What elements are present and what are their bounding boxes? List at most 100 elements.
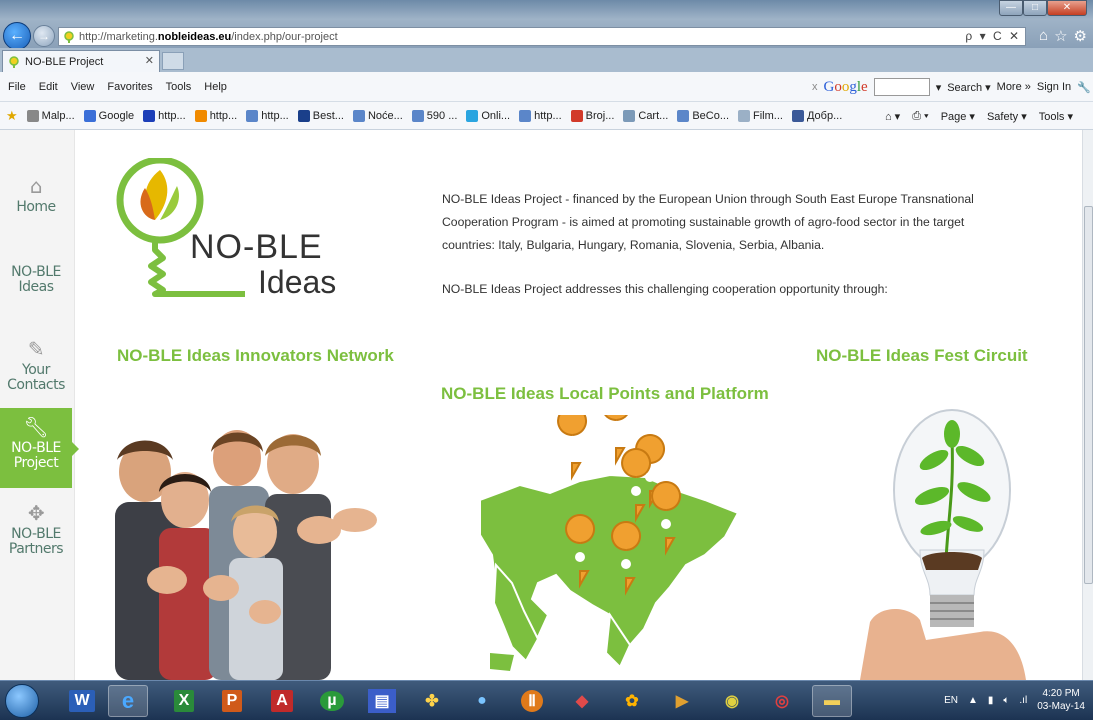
region-map-image[interactable]: [460, 415, 750, 680]
favorite-link[interactable]: Broj...: [570, 108, 614, 124]
window-controls: — □ ✕: [999, 0, 1087, 16]
word-taskbar-icon[interactable]: W: [62, 685, 102, 717]
print-icon[interactable]: ⎙ ▾: [912, 110, 928, 123]
favorite-link[interactable]: Film...: [738, 108, 783, 124]
favorite-link[interactable]: Best...: [297, 108, 344, 124]
network-taskbar-icon[interactable]: ✤: [412, 685, 452, 717]
pdf-reader-taskbar-icon[interactable]: A: [262, 685, 302, 717]
google-more-button[interactable]: More »: [997, 81, 1031, 93]
back-button[interactable]: ←: [3, 22, 31, 50]
heading-fest-circuit[interactable]: NO-BLE Ideas Fest Circuit: [816, 346, 1028, 366]
favorite-link[interactable]: Cart...: [623, 108, 668, 124]
tab-no-ble-project[interactable]: NO-BLE Project ✕: [2, 50, 160, 72]
menu-tools[interactable]: Tools: [166, 81, 192, 93]
menu-view[interactable]: View: [71, 81, 95, 93]
tab-close-icon[interactable]: ✕: [145, 54, 154, 67]
google-dropdown-icon[interactable]: ▾: [936, 81, 942, 94]
favorite-link[interactable]: http...: [194, 108, 237, 124]
wrench-icon[interactable]: 🔧: [1077, 81, 1091, 94]
wrench-icon: 🔧︎: [23, 415, 49, 439]
page-scrollbar[interactable]: [1082, 130, 1093, 680]
people-pointing-image[interactable]: [105, 412, 383, 680]
volume-icon[interactable]: 🔈︎: [1003, 695, 1009, 706]
google-signin-button[interactable]: Sign In: [1037, 81, 1071, 93]
favorite-link[interactable]: Google: [83, 108, 134, 124]
house-icon: ⌂: [29, 174, 43, 198]
address-url[interactable]: http://marketing.nobleideas.eu/index.php…: [79, 31, 338, 43]
sidebar-item-home[interactable]: ⌂ Home: [0, 175, 72, 215]
sidebar-item-label: NO-BLE Project: [11, 440, 61, 471]
forward-button[interactable]: →: [33, 25, 55, 47]
menu-help[interactable]: Help: [204, 81, 227, 93]
network-icon[interactable]: ▮: [988, 695, 994, 706]
intro-paragraph: NO-BLE Ideas Project - financed by the E…: [442, 192, 974, 252]
menu-favorites[interactable]: Favorites: [107, 81, 152, 93]
internet-explorer-taskbar-icon[interactable]: e: [108, 685, 148, 717]
clock-date: 03-May-14: [1037, 701, 1085, 712]
favorite-link[interactable]: Добр...: [791, 108, 842, 124]
clock[interactable]: 4:20 PM 03-May-14: [1037, 687, 1085, 713]
sidebar-item-contacts[interactable]: ✎ Your Contacts: [0, 338, 72, 393]
opera-taskbar-icon[interactable]: ◎: [762, 685, 802, 717]
tray-expand-icon[interactable]: ▲: [968, 695, 978, 706]
excel-taskbar-icon[interactable]: X: [164, 685, 204, 717]
clock-time: 4:20 PM: [1042, 688, 1080, 699]
menu-file[interactable]: File: [8, 81, 26, 93]
video-taskbar-icon[interactable]: ▶: [662, 685, 702, 717]
settings-gear-icon[interactable]: ⚙: [1074, 27, 1087, 45]
chrome-taskbar-icon[interactable]: ◉: [712, 685, 752, 717]
utorrent-taskbar-icon[interactable]: µ: [312, 685, 352, 717]
favorite-link[interactable]: Malp...: [26, 108, 75, 124]
sidebar-item-project[interactable]: 🔧︎ NO-BLE Project: [0, 408, 79, 488]
signal-icon[interactable]: .ıl: [1019, 695, 1027, 706]
favorites-star-icon[interactable]: ☆: [1054, 27, 1067, 45]
page-viewport: ⌂ Home NO-BLE Ideas ✎ Your Contacts 🔧︎ N…: [0, 130, 1082, 680]
scrollbar-thumb[interactable]: [1084, 206, 1093, 584]
tab-favicon-icon: [9, 55, 19, 68]
save-disk-taskbar-icon[interactable]: ▤: [362, 685, 402, 717]
home-icon[interactable]: ⌂ ▾: [885, 110, 900, 123]
pen-icon: ✎: [27, 337, 45, 361]
globe-taskbar-icon[interactable]: ●: [462, 685, 502, 717]
favorite-link[interactable]: http...: [519, 108, 562, 124]
handshake-icon: ✥: [27, 501, 45, 525]
explorer-folder-taskbar-icon[interactable]: ▬: [812, 685, 852, 717]
light-bulb-plant-image[interactable]: [860, 400, 1030, 680]
sidebar-item-partners[interactable]: ✥ NO-BLE Partners: [0, 502, 72, 557]
tools-menu[interactable]: Tools ▾: [1039, 110, 1073, 123]
google-toolbar-close-icon[interactable]: x: [812, 81, 818, 93]
favorite-link[interactable]: http...: [143, 108, 186, 124]
favorite-link[interactable]: Onli...: [466, 108, 510, 124]
heading-local-points[interactable]: NO-BLE Ideas Local Points and Platform: [441, 384, 769, 404]
favorite-link[interactable]: BeCo...: [677, 108, 729, 124]
minimize-button[interactable]: —: [999, 0, 1023, 16]
address-tools[interactable]: ρ ▾ C ✕: [965, 29, 1021, 43]
page-menu[interactable]: Page ▾: [941, 110, 975, 123]
site-favicon-icon: [64, 30, 74, 43]
google-search-button[interactable]: Search ▾: [947, 81, 990, 94]
picasa-taskbar-icon[interactable]: ✿: [612, 685, 652, 717]
google-search-input[interactable]: [873, 78, 930, 96]
address-bar[interactable]: http://marketing.nobleideas.eu/index.php…: [58, 27, 1026, 46]
favorite-link[interactable]: 590 ...: [411, 108, 457, 124]
app-taskbar-icon[interactable]: ◆: [562, 685, 602, 717]
powerpoint-taskbar-icon[interactable]: P: [212, 685, 252, 717]
sidebar-item-ideas[interactable]: NO-BLE Ideas: [0, 265, 72, 295]
new-tab-button[interactable]: [162, 52, 184, 70]
maximize-button[interactable]: □: [1023, 0, 1047, 16]
home-icon[interactable]: ⌂: [1039, 27, 1048, 45]
favorites-star-icon[interactable]: ★: [6, 108, 18, 124]
heading-innovators-network[interactable]: NO-BLE Ideas Innovators Network: [117, 346, 394, 366]
safety-menu[interactable]: Safety ▾: [987, 110, 1027, 123]
menu-edit[interactable]: Edit: [39, 81, 58, 93]
sidebar-item-label: Your Contacts: [7, 362, 65, 393]
close-window-button[interactable]: ✕: [1047, 0, 1087, 16]
media-taskbar-icon[interactable]: Ⅱ: [512, 685, 552, 717]
site-sidebar: ⌂ Home NO-BLE Ideas ✎ Your Contacts 🔧︎ N…: [0, 130, 79, 680]
menu-bar: File Edit View Favorites Tools Help x Go…: [0, 72, 1093, 102]
system-tray: EN ▲ ▮ 🔈︎ .ıl 4:20 PM 03-May-14: [944, 687, 1085, 713]
start-button[interactable]: [5, 684, 39, 718]
language-indicator[interactable]: EN: [944, 695, 958, 706]
favorite-link[interactable]: http...: [246, 108, 289, 124]
favorite-link[interactable]: Noće...: [352, 108, 403, 124]
